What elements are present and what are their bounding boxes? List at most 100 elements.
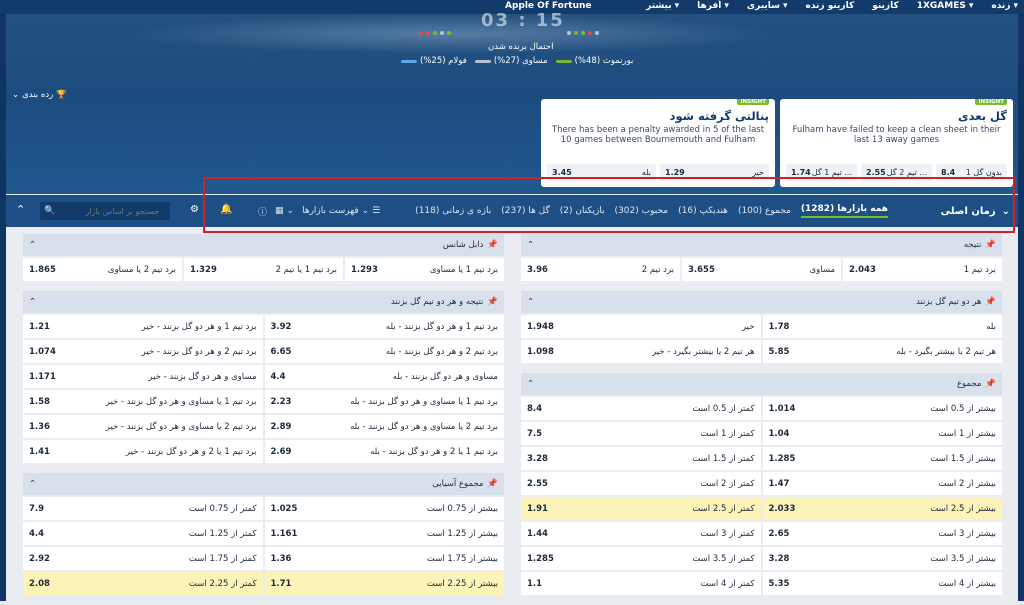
menu-item-casino[interactable]: کازینو — [872, 1, 899, 11]
odds-cell[interactable]: 2.65 بیشتر از 3 است — [762, 522, 1002, 545]
collapse-icon[interactable]: ⌃ — [29, 479, 36, 489]
odds-cell[interactable]: 1.04 بیشتر از 1 است — [762, 422, 1002, 445]
menu-item-more[interactable]: بیشتر ▾ — [646, 1, 679, 11]
pin-icon[interactable]: 📌 — [985, 379, 996, 389]
odds-cell[interactable]: 3.28 بیشتر از 3.5 است — [762, 547, 1002, 570]
chevron-down-icon: ⌄ — [12, 90, 20, 100]
pin-icon[interactable]: 📌 — [487, 240, 498, 250]
pin-icon[interactable]: 📌 — [985, 240, 996, 250]
odds-cell[interactable]: 1.36 بیشتر از 1.75 است — [264, 547, 504, 570]
odds-cell[interactable]: 1.025 بیشتر از 0.75 است — [264, 497, 504, 520]
outcome-label: بیشتر از 1.75 است — [426, 553, 498, 564]
odds-cell[interactable]: 1.36 برد تیم 2 یا مساوی و هر دو گل بزنند … — [23, 415, 263, 438]
outcome-label: برد تیم 1 یا مساوی — [429, 264, 498, 275]
insight-card-next-goal[interactable]: INSIGHT گل بعدی Fulham have failed to ke… — [780, 99, 1013, 187]
outcome-label: بیشتر از 2.25 است — [426, 578, 498, 589]
odds-cell[interactable]: 2.043 برد تیم 1 — [843, 258, 1002, 281]
odds-cell[interactable]: 1.41 برد تیم 1 یا 2 و هر دو گل بزنند - خی… — [23, 440, 263, 463]
odds-value: 1.074 — [29, 346, 56, 357]
outcome-label: برد تیم 2 و هر دو گل بزنند - بله — [385, 346, 498, 357]
odds-cell[interactable]: 1.1 کمتر از 4 است — [521, 572, 761, 595]
odds-cell[interactable]: 2.23 برد تیم 1 یا مساوی و هر دو گل بزنند … — [264, 390, 504, 413]
odds-cell[interactable]: 3.28 کمتر از 1.5 است — [521, 447, 761, 470]
odds-cell[interactable]: 2.55 کمتر از 2 است — [521, 472, 761, 495]
odds-cell[interactable]: 1.161 بیشتر از 1.25 است — [264, 522, 504, 545]
odds-cell[interactable]: 4.4 مساوی و هر دو گل بزنند - بله — [264, 365, 504, 388]
gear-icon[interactable]: ⚙ — [190, 204, 199, 215]
market-header[interactable]: ⌃ نتیجه و هر دو تیم گل بزنند 📌 — [23, 291, 504, 313]
outcome-label: کمتر از 4 است — [700, 578, 755, 589]
odds-value: 1.71 — [270, 578, 292, 589]
prob-bournemouth: بورنموث (48%) — [555, 56, 633, 66]
odds-cell[interactable]: 1.329 برد تیم 1 یا تیم 2 — [184, 258, 343, 281]
odds-cell[interactable]: 8.4 کمتر از 0.5 است — [521, 397, 761, 420]
outcome-label: برد تیم 2 یا مساوی — [107, 264, 176, 275]
odds-cell[interactable]: 1.293 برد تیم 1 یا مساوی — [345, 258, 504, 281]
pin-icon[interactable]: 📌 — [487, 297, 498, 307]
odds-cell[interactable]: 1.47 بیشتر از 2 است — [762, 472, 1002, 495]
odds-cell[interactable]: 2.08 کمتر از 2.25 است — [23, 572, 263, 595]
odds-cell[interactable]: 5.85 هر تیم 2 یا بیشتر بگیرد - بله — [762, 340, 1002, 363]
collapse-icon[interactable]: ⌃ — [527, 297, 534, 307]
odds-cell[interactable]: 6.65 برد تیم 2 و هر دو گل بزنند - بله — [264, 340, 504, 363]
green-bar-icon — [555, 59, 572, 63]
market-header[interactable]: ⌃ هر دو تیم گل بزنند 📌 — [521, 291, 1002, 313]
odds-cell[interactable]: 1.91 کمتر از 2.5 است — [521, 497, 761, 520]
collapse-icon[interactable]: ⌃ — [29, 297, 36, 307]
market-double-chance: ⌃ دابل شانس 📌 1.865 برد تیم 2 یا مساوی 1.329… — [23, 234, 504, 281]
menu-item-1xgames[interactable]: 1XGAMES ▾ — [917, 1, 974, 11]
odds-cell[interactable]: 3.92 برد تیم 1 و هر دو گل بزنند - بله — [264, 315, 504, 338]
market-total: ⌃ مجموع 📌 8.4 کمتر از 0.5 است 1.014 بیشتر از … — [521, 373, 1002, 595]
odds-cell[interactable]: 7.5 کمتر از 1 است — [521, 422, 761, 445]
odds-cell[interactable]: 2.92 کمتر از 1.75 است — [23, 547, 263, 570]
odds-cell[interactable]: 1.098 هر تیم 2 یا بیشتر بگیرد - خیر — [521, 340, 761, 363]
market-header[interactable]: ⌃ مجموع آسیایی 📌 — [23, 473, 504, 495]
market-header[interactable]: ⌃ نتیجه 📌 — [521, 234, 1002, 256]
market-search[interactable]: 🔍 — [40, 202, 170, 220]
odds-cell[interactable]: 5.35 بیشتر از 4 است — [762, 572, 1002, 595]
menu-item-live-casino[interactable]: کازینو زنده — [806, 1, 855, 11]
market-header[interactable]: ⌃ مجموع 📌 — [521, 373, 1002, 395]
market-header[interactable]: ⌃ دابل شانس 📌 — [23, 234, 504, 256]
odds-value: 5.35 — [768, 578, 790, 589]
odds-cell[interactable]: 1.865 برد تیم 2 یا مساوی — [23, 258, 182, 281]
outcome-label: کمتر از 2 است — [700, 478, 755, 489]
odds-cell[interactable]: 1.285 بیشتر از 1.5 است — [762, 447, 1002, 470]
odds-cell[interactable]: 1.285 کمتر از 3.5 است — [521, 547, 761, 570]
odds-cell[interactable]: 1.58 برد تیم 1 یا مساوی و هر دو گل بزنند … — [23, 390, 263, 413]
odds-cell[interactable]: 2.89 برد تیم 2 یا مساوی و هر دو گل بزنند … — [264, 415, 504, 438]
ranking-toggle[interactable]: ⌄ رده بندی 🏆 — [12, 90, 67, 100]
pin-icon[interactable]: 📌 — [487, 479, 498, 489]
odds-cell[interactable]: 1.171 مساوی و هر دو گل بزنند - خیر — [23, 365, 263, 388]
pin-icon[interactable]: 📌 — [985, 297, 996, 307]
odds-cell[interactable]: 7.9 کمتر از 0.75 است — [23, 497, 263, 520]
odds-cell[interactable]: 1.44 کمتر از 3 است — [521, 522, 761, 545]
odds-cell[interactable]: 2.69 برد تیم 1 یا 2 و هر دو گل بزنند - بل… — [264, 440, 504, 463]
odds-cell[interactable]: 1.71 بیشتر از 2.25 است — [264, 572, 504, 595]
collapse-all-icon[interactable]: ⌃ — [16, 203, 25, 216]
outcome-label: هر تیم 2 یا بیشتر بگیرد - بله — [896, 346, 996, 357]
odds-value: 1.293 — [351, 264, 378, 275]
odds-cell[interactable]: 1.948 خیر — [521, 315, 761, 338]
search-input[interactable] — [59, 206, 160, 216]
odds-value: 4.4 — [29, 528, 45, 539]
odds-cell[interactable]: 3.96 برد تیم 2 — [521, 258, 680, 281]
menu-item-offers[interactable]: اُفرها ▾ — [697, 1, 729, 11]
odds-value: 1.78 — [768, 321, 790, 332]
odds-value: 1.41 — [29, 446, 50, 457]
odds-cell[interactable]: 1.074 برد تیم 2 و هر دو گل بزنند - خیر — [23, 340, 263, 363]
odds-cell[interactable]: 4.4 کمتر از 1.25 است — [23, 522, 263, 545]
odds-cell[interactable]: 1.78 بله — [762, 315, 1002, 338]
odds-value: 3.28 — [527, 453, 548, 464]
insight-card-penalty[interactable]: INSIGHT پنالتی گرفته شود There has been … — [541, 99, 775, 187]
menu-item-cyber[interactable]: سایبری ▾ — [747, 1, 788, 11]
odds-value: 1.1 — [527, 578, 543, 589]
odds-cell[interactable]: 1.21 برد تیم 1 و هر دو گل بزنند - خیر — [23, 315, 263, 338]
collapse-icon[interactable]: ⌃ — [527, 240, 534, 250]
odds-cell[interactable]: 3.655 مساوی — [682, 258, 841, 281]
collapse-icon[interactable]: ⌃ — [29, 240, 36, 250]
menu-item-live[interactable]: زنده ▾ — [991, 1, 1018, 11]
odds-cell[interactable]: 1.014 بیشتر از 0.5 است — [762, 397, 1002, 420]
odds-cell[interactable]: 2.033 بیشتر از 2.5 است — [762, 497, 1002, 520]
collapse-icon[interactable]: ⌃ — [527, 379, 534, 389]
